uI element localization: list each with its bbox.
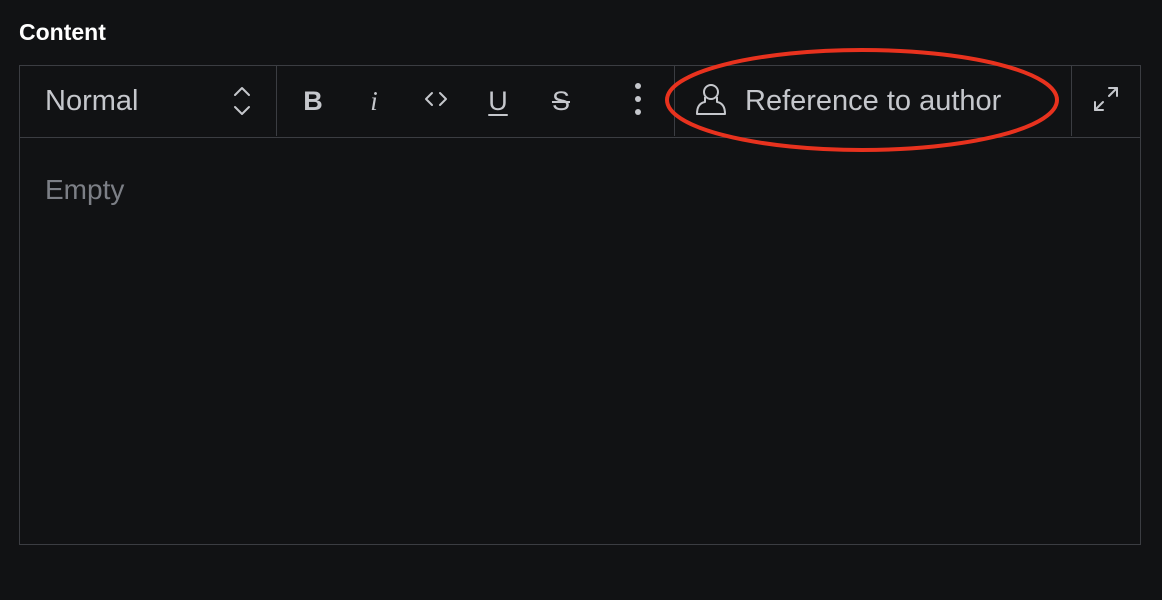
italic-icon: i xyxy=(370,85,378,116)
reference-to-author-button[interactable]: Reference to author xyxy=(675,66,1072,136)
code-button[interactable] xyxy=(418,83,454,119)
expand-button[interactable] xyxy=(1072,66,1140,136)
underline-icon: U xyxy=(488,85,508,116)
italic-button[interactable]: i xyxy=(356,83,392,119)
strikethrough-icon: S xyxy=(551,85,570,116)
block-style-value: Normal xyxy=(45,85,139,117)
block-style-select[interactable]: Normal xyxy=(20,66,277,136)
editor-placeholder: Empty xyxy=(45,174,125,205)
reference-to-author-label: Reference to author xyxy=(745,85,1002,117)
strikethrough-button[interactable]: S xyxy=(543,83,579,119)
more-vertical-icon xyxy=(634,82,642,121)
more-options-button[interactable] xyxy=(620,82,656,121)
expand-icon xyxy=(1092,85,1120,118)
editor-toolbar: Normal B i U S Reference to author xyxy=(20,66,1140,138)
chevron-up-down-icon xyxy=(231,84,253,123)
underline-button[interactable]: U xyxy=(480,83,516,119)
user-icon xyxy=(695,82,727,121)
field-label: Content xyxy=(19,19,106,45)
code-icon xyxy=(424,91,448,112)
bold-icon: B xyxy=(303,85,323,116)
format-button-group: B i U S xyxy=(277,66,675,136)
rich-text-editor: Normal B i U S Reference to author Empty xyxy=(19,65,1141,545)
editor-content-area[interactable]: Empty xyxy=(20,138,1140,544)
bold-button[interactable]: B xyxy=(295,83,331,119)
